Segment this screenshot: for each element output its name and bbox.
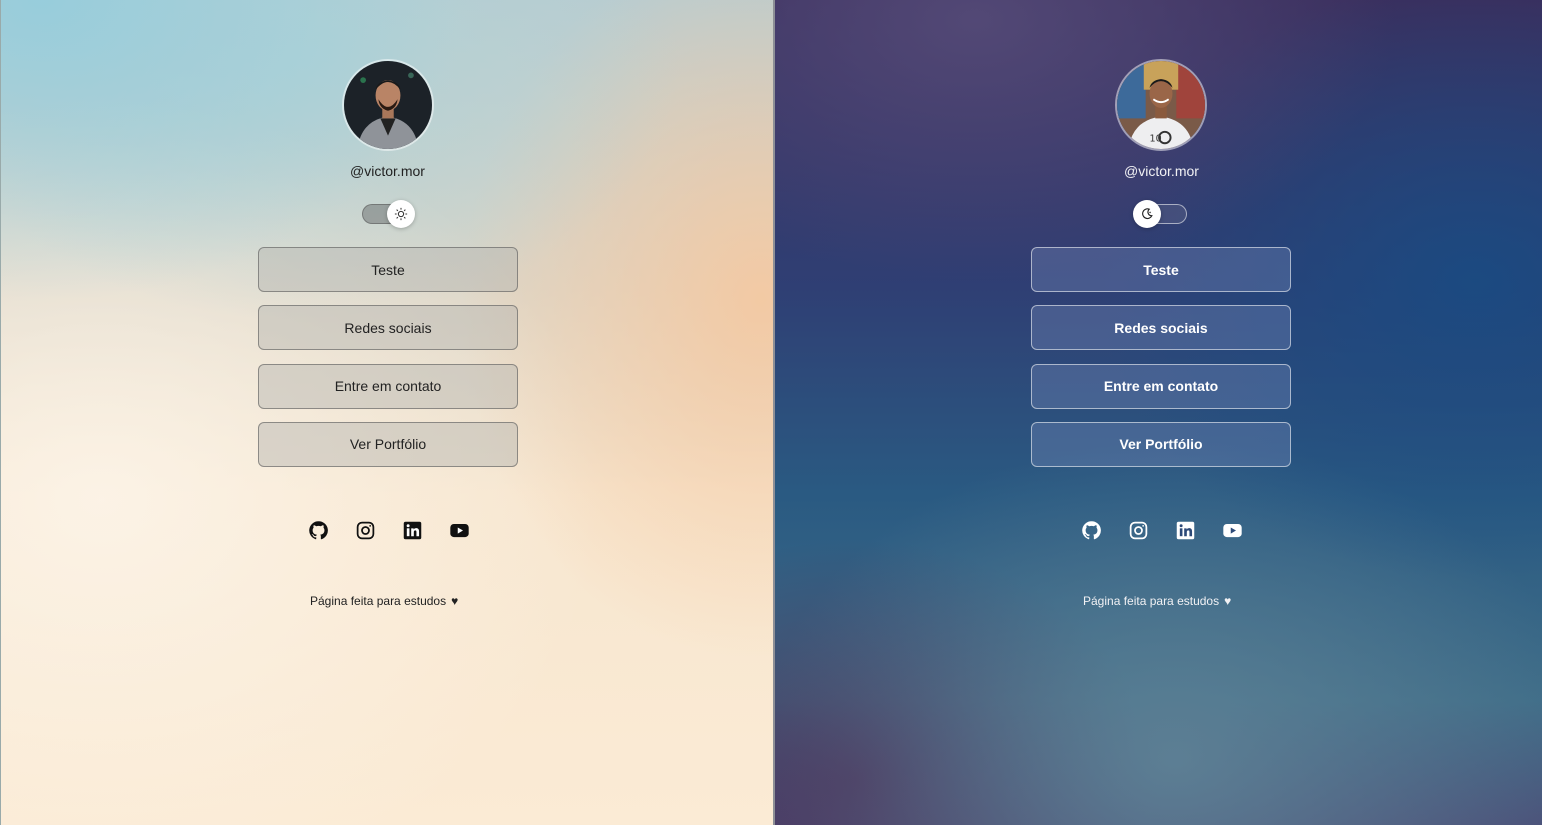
username-handle: @victor.mor bbox=[350, 163, 425, 179]
theme-toggle[interactable] bbox=[362, 200, 415, 228]
heart-icon: ♥ bbox=[1224, 594, 1232, 608]
ver-portfolio-button[interactable]: Ver Portfólio bbox=[1031, 421, 1291, 467]
linkedin-icon[interactable] bbox=[402, 520, 423, 541]
footer: Página feita para estudos ♥ bbox=[310, 594, 458, 608]
theme-toggle[interactable] bbox=[1133, 200, 1187, 228]
sun-icon[interactable] bbox=[387, 200, 415, 228]
redes-sociais-button[interactable]: Redes sociais bbox=[258, 305, 518, 351]
light-theme-panel: @victor.mor Teste Redes sociais Entre em… bbox=[0, 0, 773, 825]
avatar bbox=[342, 59, 434, 151]
entre-em-contato-button[interactable]: Entre em contato bbox=[1031, 363, 1291, 409]
youtube-icon[interactable] bbox=[449, 520, 470, 541]
instagram-icon[interactable] bbox=[1128, 520, 1149, 541]
instagram-icon[interactable] bbox=[355, 520, 376, 541]
teste-button[interactable]: Teste bbox=[258, 247, 518, 292]
moon-icon[interactable] bbox=[1133, 200, 1161, 228]
dark-theme-panel: 10 @victor.mor Teste Redes sociais Entre… bbox=[775, 0, 1542, 825]
link-buttons: Teste Redes sociais Entre em contato Ver… bbox=[258, 247, 518, 480]
redes-sociais-button[interactable]: Redes sociais bbox=[1031, 305, 1291, 351]
avatar: 10 bbox=[1115, 59, 1207, 151]
footer: Página feita para estudos ♥ bbox=[1083, 594, 1231, 608]
username-handle: @victor.mor bbox=[1124, 163, 1199, 179]
linkedin-icon[interactable] bbox=[1175, 520, 1196, 541]
social-icons bbox=[308, 520, 470, 541]
youtube-icon[interactable] bbox=[1222, 520, 1243, 541]
link-buttons: Teste Redes sociais Entre em contato Ver… bbox=[1031, 247, 1291, 480]
teste-button[interactable]: Teste bbox=[1031, 247, 1291, 292]
social-icons bbox=[1081, 520, 1243, 541]
entre-em-contato-button[interactable]: Entre em contato bbox=[258, 363, 518, 409]
github-icon[interactable] bbox=[308, 520, 329, 541]
footer-text: Página feita para estudos bbox=[1083, 594, 1220, 608]
github-icon[interactable] bbox=[1081, 520, 1102, 541]
footer-text: Página feita para estudos bbox=[310, 594, 447, 608]
heart-icon: ♥ bbox=[451, 594, 459, 608]
ver-portfolio-button[interactable]: Ver Portfólio bbox=[258, 421, 518, 467]
